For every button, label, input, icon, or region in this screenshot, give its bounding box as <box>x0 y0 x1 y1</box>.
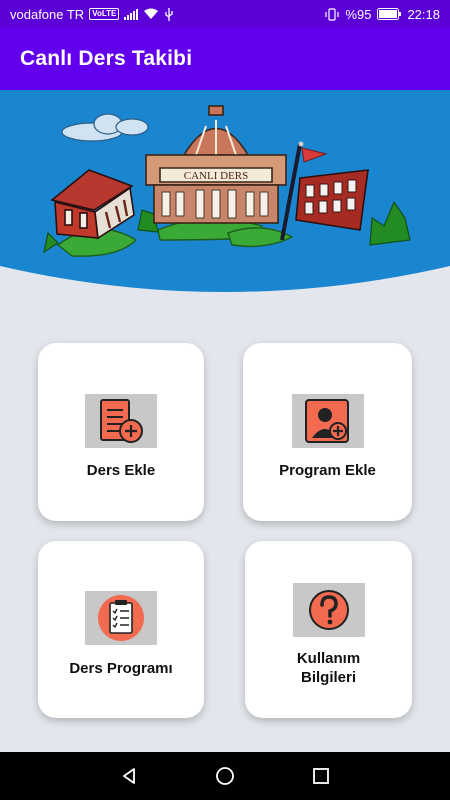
kullanim-label-line2: Bilgileri <box>300 669 356 686</box>
app-title: Canlı Ders Takibi <box>20 47 193 70</box>
vibrate-icon <box>325 7 340 21</box>
wifi-icon <box>144 8 159 19</box>
signal-icon <box>124 8 139 20</box>
usb-icon <box>165 7 174 21</box>
app-bar: Canlı Ders Takibi <box>0 28 450 90</box>
ders-programi-label: Ders Programı <box>69 660 173 677</box>
clock: 22:18 <box>407 6 440 22</box>
carrier-name: vodafone TR <box>10 6 85 22</box>
volte-badge: VoLTE <box>89 8 120 20</box>
kullanim-label-line1: Kullanım <box>296 650 361 667</box>
ders-ekle-card[interactable]: Ders Ekle <box>38 343 204 521</box>
back-triangle-icon <box>123 768 135 784</box>
banner-sign-text: CANLI DERS <box>184 170 248 182</box>
status-bar: vodafone TR VoLTE %95 22:18 <box>0 0 450 28</box>
system-navigation-bar <box>0 752 450 800</box>
lesson-schedule-icon <box>85 591 157 645</box>
program-ekle-label: Program Ekle <box>279 462 376 479</box>
ders-ekle-label: Ders Ekle <box>86 462 156 479</box>
add-lesson-icon <box>85 394 157 448</box>
home-circle-icon <box>216 767 234 785</box>
kullanim-bilgileri-label: Kullanım Bilgileri <box>297 649 360 687</box>
battery-icon <box>377 8 402 20</box>
school-banner-illustration: CANLI DERS <box>0 90 450 292</box>
recents-square-icon <box>313 768 329 784</box>
kullanim-bilgileri-card[interactable]: Kullanım Bilgileri <box>245 541 412 718</box>
help-question-icon <box>292 583 365 637</box>
ders-programi-card[interactable]: Ders Programı <box>38 541 204 718</box>
add-program-icon <box>291 394 364 448</box>
back-button[interactable] <box>116 763 142 789</box>
home-button[interactable] <box>212 763 238 789</box>
recents-button[interactable] <box>308 763 334 789</box>
battery-percent: %95 <box>345 6 372 22</box>
program-ekle-card[interactable]: Program Ekle <box>243 343 412 521</box>
